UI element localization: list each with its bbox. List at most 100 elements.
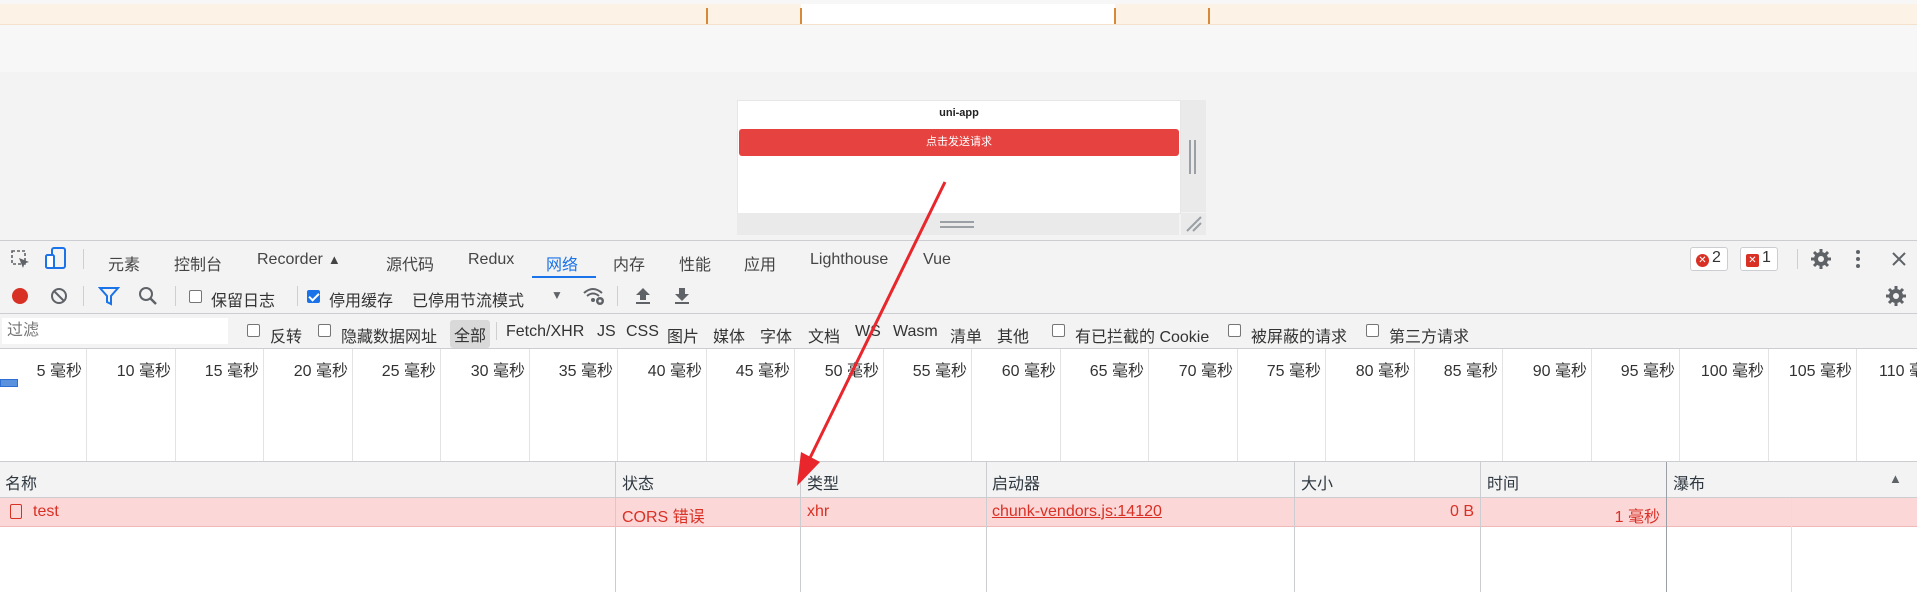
device-resize-handle-bottom[interactable] bbox=[737, 213, 1179, 235]
tab-redux[interactable]: Redux bbox=[468, 251, 514, 269]
third-party-checkbox[interactable] bbox=[1366, 324, 1379, 337]
type-filter-js[interactable]: JS bbox=[597, 323, 616, 341]
waterfall-grid-line bbox=[1791, 498, 1792, 592]
tab-application[interactable]: 应用 bbox=[744, 251, 776, 275]
type-filter-doc[interactable]: 文档 bbox=[808, 323, 840, 347]
col-header-status[interactable]: 状态 bbox=[622, 470, 654, 494]
col-header-type[interactable]: 类型 bbox=[807, 470, 839, 494]
chevron-down-icon[interactable]: ▼ bbox=[551, 288, 563, 302]
clear-icon[interactable] bbox=[48, 285, 70, 307]
issues-count-badge[interactable]: ✕ 1 bbox=[1740, 247, 1778, 271]
tab-memory[interactable]: 内存 bbox=[613, 251, 645, 275]
tab-console[interactable]: 控制台 bbox=[174, 251, 222, 275]
tab-performance[interactable]: 性能 bbox=[679, 251, 711, 275]
request-time: 1 毫秒 bbox=[1614, 509, 1660, 526]
ruler-tick-label: 50 毫秒 bbox=[824, 363, 879, 380]
ruler-tick-label: 60 毫秒 bbox=[1001, 363, 1056, 380]
type-filter-img[interactable]: 图片 bbox=[667, 323, 699, 347]
ruler-grid-line bbox=[883, 349, 884, 461]
disable-cache-label: 停用缓存 bbox=[329, 293, 394, 310]
network-toolbar: 保留日志 停用缓存 已停用节流模式 ▼ bbox=[0, 279, 1917, 314]
device-resize-handle-right[interactable] bbox=[1181, 100, 1206, 212]
col-header-size[interactable]: 大小 bbox=[1301, 470, 1333, 494]
blocked-cookies-checkbox[interactable] bbox=[1052, 324, 1065, 337]
ruler-grid-line bbox=[1591, 349, 1592, 461]
type-filter-ws[interactable]: WS bbox=[855, 323, 881, 341]
invert-checkbox[interactable] bbox=[247, 324, 260, 337]
tab-elements[interactable]: 元素 bbox=[108, 251, 140, 275]
column-divider[interactable] bbox=[1294, 462, 1295, 592]
col-header-waterfall[interactable]: 瀑布 bbox=[1673, 470, 1705, 494]
blocked-requests-label: 被屏蔽的请求 bbox=[1251, 329, 1348, 346]
filter-bar: 反转 隐藏数据网址 全部 Fetch/XHR JS CSS 图片 媒体 字体 文… bbox=[0, 314, 1917, 349]
ruler-grid-line bbox=[1679, 349, 1680, 461]
tab-recorder[interactable]: Recorder ▲ bbox=[257, 251, 341, 269]
disable-cache-checkbox[interactable] bbox=[307, 290, 320, 303]
tab-sources[interactable]: 源代码 bbox=[386, 251, 434, 275]
network-conditions-icon[interactable] bbox=[582, 285, 604, 307]
type-filter-wasm[interactable]: Wasm bbox=[893, 323, 938, 341]
type-filter-fetch-xhr[interactable]: Fetch/XHR bbox=[506, 323, 584, 341]
preserve-log-checkbox[interactable] bbox=[189, 290, 202, 303]
ruler-tick-label: 65 毫秒 bbox=[1089, 363, 1144, 380]
divider bbox=[83, 286, 84, 306]
record-icon[interactable] bbox=[9, 285, 31, 307]
ruler-grid-line bbox=[1414, 349, 1415, 461]
throttling-select[interactable]: 已停用节流模式 bbox=[412, 287, 524, 311]
ruler-grid-line bbox=[971, 349, 972, 461]
request-initiator-link[interactable]: chunk-vendors.js:14120 bbox=[992, 503, 1162, 521]
sort-ascending-icon[interactable]: ▲ bbox=[1889, 471, 1902, 486]
ruler-tick-label: 30 毫秒 bbox=[470, 363, 525, 380]
ruler-grid-line bbox=[263, 349, 264, 461]
inspect-element-icon[interactable] bbox=[10, 249, 32, 271]
ruler-grid-line bbox=[529, 349, 530, 461]
type-filter-all[interactable]: 全部 bbox=[450, 320, 491, 348]
error-count-badge[interactable]: ✕ 2 bbox=[1690, 247, 1728, 271]
col-header-initiator[interactable]: 启动器 bbox=[992, 470, 1040, 494]
type-filter-media[interactable]: 媒体 bbox=[713, 323, 745, 347]
tab-lighthouse[interactable]: Lighthouse bbox=[810, 251, 888, 269]
more-options-icon[interactable] bbox=[1847, 248, 1869, 270]
filter-input[interactable] bbox=[2, 318, 228, 344]
ruler-tick-label: 40 毫秒 bbox=[647, 363, 702, 380]
network-overview[interactable]: 5 毫秒 10 毫秒 15 毫秒 20 毫秒 25 毫秒 30 毫秒 35 毫秒 40 毫秒 4… bbox=[0, 349, 1917, 462]
column-divider[interactable] bbox=[986, 462, 987, 592]
divider bbox=[175, 286, 176, 306]
device-toolbar-icon[interactable] bbox=[45, 247, 67, 269]
col-header-time[interactable]: 时间 bbox=[1487, 470, 1519, 494]
request-name[interactable]: test bbox=[33, 503, 59, 521]
ruler-grid-line bbox=[175, 349, 176, 461]
network-settings-gear-icon[interactable] bbox=[1885, 285, 1907, 307]
flask-icon: ▲ bbox=[327, 252, 341, 267]
column-divider[interactable] bbox=[615, 462, 616, 592]
close-icon[interactable] bbox=[1888, 248, 1910, 270]
search-icon[interactable] bbox=[137, 285, 159, 307]
settings-gear-icon[interactable] bbox=[1810, 248, 1832, 270]
column-divider[interactable] bbox=[1480, 462, 1481, 592]
ruler-grid-line bbox=[794, 349, 795, 461]
table-row[interactable]: test CORS 错误 xhr chunk-vendors.js:14120 … bbox=[0, 498, 1917, 527]
device-resize-corner[interactable] bbox=[1181, 213, 1206, 235]
filter-icon[interactable] bbox=[97, 285, 121, 307]
ruler-tick-label: 25 毫秒 bbox=[381, 363, 436, 380]
column-divider[interactable] bbox=[1666, 462, 1667, 592]
type-filter-manifest[interactable]: 清单 bbox=[950, 323, 982, 347]
type-filter-other[interactable]: 其他 bbox=[997, 323, 1029, 347]
blocked-requests-checkbox[interactable] bbox=[1228, 324, 1241, 337]
error-icon: ✕ bbox=[1696, 254, 1709, 267]
export-har-icon[interactable] bbox=[671, 285, 693, 307]
ruler-tick-label: 10 毫秒 bbox=[116, 363, 171, 380]
timeline-gap bbox=[801, 4, 1115, 24]
ruler-grid-line bbox=[86, 349, 87, 461]
ruler-tick-label: 45 毫秒 bbox=[735, 363, 790, 380]
tab-network[interactable]: 网络 bbox=[546, 251, 578, 275]
type-filter-font[interactable]: 字体 bbox=[760, 323, 792, 347]
type-filter-css[interactable]: CSS bbox=[626, 323, 659, 341]
ruler-grid-line bbox=[1148, 349, 1149, 461]
tab-vue[interactable]: Vue bbox=[923, 251, 951, 269]
column-divider[interactable] bbox=[800, 462, 801, 592]
col-header-name[interactable]: 名称 bbox=[5, 470, 37, 494]
send-request-button[interactable]: 点击发送请求 bbox=[739, 129, 1179, 156]
hide-data-urls-checkbox[interactable] bbox=[318, 324, 331, 337]
import-har-icon[interactable] bbox=[632, 285, 654, 307]
